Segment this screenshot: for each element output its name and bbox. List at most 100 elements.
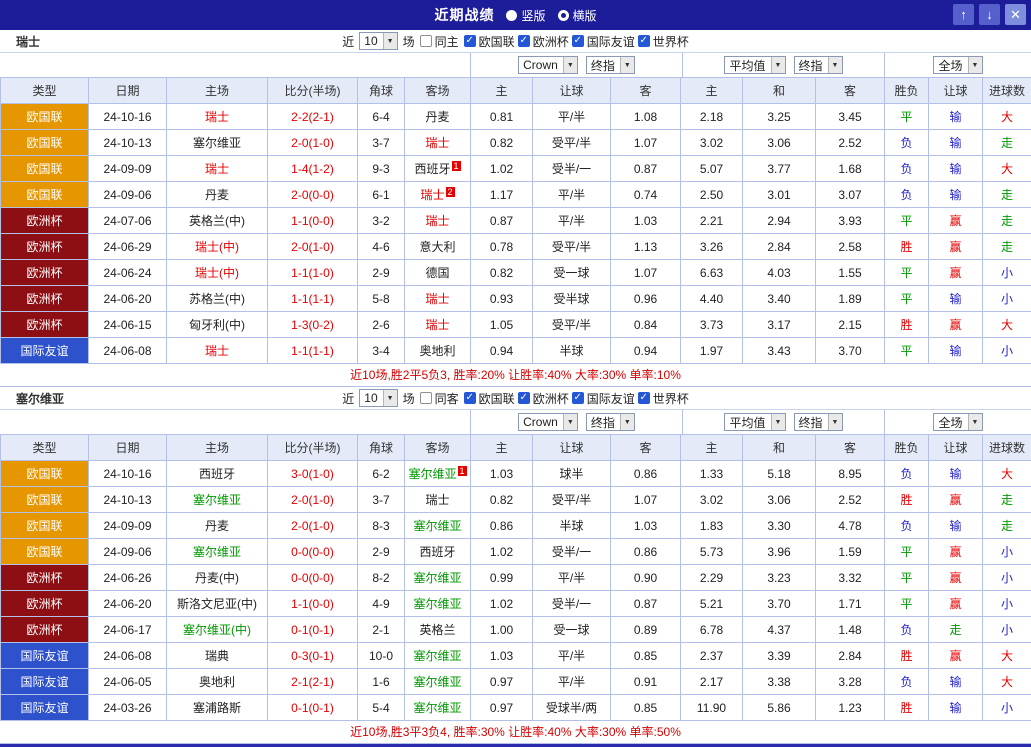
match-result: 平 bbox=[885, 565, 929, 591]
home-team: 瑞士(中) bbox=[167, 260, 268, 286]
recent-label-prefix: 近 bbox=[342, 390, 354, 407]
euro-home-odds: 2.18 bbox=[681, 104, 743, 130]
euro-draw-odds: 2.84 bbox=[743, 234, 816, 260]
match-result: 负 bbox=[885, 130, 929, 156]
match-score: 1-4(1-2) bbox=[268, 156, 358, 182]
handicap-source-select[interactable]: Crown▼ bbox=[518, 56, 578, 74]
close-icon: ✕ bbox=[1010, 7, 1021, 23]
competition-checkbox[interactable]: ✓国际友谊 bbox=[572, 33, 635, 50]
euro-draw-odds: 3.23 bbox=[743, 565, 816, 591]
handicap-away-odds: 1.07 bbox=[611, 130, 681, 156]
same-side-checkbox[interactable]: 同客 bbox=[420, 390, 459, 407]
scope-select[interactable]: 全场▼ bbox=[933, 56, 982, 74]
team-name-text: 丹麦(中) bbox=[195, 571, 239, 585]
match-date: 24-06-20 bbox=[89, 591, 167, 617]
recent-count-select[interactable]: 10▼ bbox=[359, 32, 397, 50]
competition-checkbox[interactable]: ✓世界杯 bbox=[638, 390, 689, 407]
euro-source-select[interactable]: 平均值▼ bbox=[724, 56, 785, 74]
away-team: 英格兰 bbox=[405, 617, 471, 643]
match-result: 平 bbox=[885, 591, 929, 617]
handicap-source-select[interactable]: Crown▼ bbox=[518, 413, 578, 431]
euro-source-select[interactable]: 平均值▼ bbox=[724, 413, 785, 431]
competition-checkbox[interactable]: ✓欧国联 bbox=[464, 390, 515, 407]
competition-checkbox[interactable]: ✓世界杯 bbox=[638, 33, 689, 50]
competition-checkbox[interactable]: ✓欧洲杯 bbox=[518, 390, 569, 407]
table-row: 国际友谊24-06-08瑞士1-1(1-1)3-4奥地利0.94半球0.941.… bbox=[1, 338, 1031, 364]
team-name-text: 塞尔维亚 bbox=[413, 649, 461, 663]
competition-checkbox[interactable]: ✓欧国联 bbox=[464, 33, 515, 50]
layout-radio-horizontal[interactable]: 横版 bbox=[558, 7, 597, 24]
euro-stage-select[interactable]: 终指▼ bbox=[794, 413, 843, 431]
handicap-away-odds: 0.94 bbox=[611, 338, 681, 364]
euro-home-odds: 1.97 bbox=[681, 338, 743, 364]
handicap-away-odds: 0.89 bbox=[611, 617, 681, 643]
away-team: 瑞士 bbox=[405, 286, 471, 312]
checkbox-checked-icon: ✓ bbox=[464, 392, 476, 404]
away-team: 塞尔维亚 bbox=[405, 695, 471, 721]
home-team: 塞尔维亚 bbox=[167, 539, 268, 565]
team-name-text: 瑞士 bbox=[425, 136, 449, 150]
select-value: Crown bbox=[523, 58, 563, 72]
euro-stage-select[interactable]: 终指▼ bbox=[794, 56, 843, 74]
match-score: 1-3(0-2) bbox=[268, 312, 358, 338]
match-result: 平 bbox=[885, 286, 929, 312]
match-result: 负 bbox=[885, 461, 929, 487]
goals-result: 走 bbox=[983, 130, 1031, 156]
handicap-stage-select[interactable]: 终指▼ bbox=[586, 413, 635, 431]
handicap-result: 输 bbox=[929, 695, 983, 721]
column-header: 胜负 bbox=[885, 78, 929, 104]
euro-away-odds: 2.15 bbox=[816, 312, 885, 338]
euro-draw-odds: 2.94 bbox=[743, 208, 816, 234]
home-team: 丹麦 bbox=[167, 182, 268, 208]
away-team: 瑞士 bbox=[405, 208, 471, 234]
home-team: 英格兰(中) bbox=[167, 208, 268, 234]
euro-home-odds: 11.90 bbox=[681, 695, 743, 721]
scroll-up-button[interactable]: ↑ bbox=[953, 4, 974, 25]
dropdown-arrow-icon: ▼ bbox=[828, 57, 842, 73]
same-side-checkbox[interactable]: 同主 bbox=[420, 33, 459, 50]
summary-row: 近10场,胜2平5负3, 胜率:20% 让胜率:40% 大率:30% 单率:10… bbox=[0, 364, 1031, 387]
dropdown-arrow-icon: ▼ bbox=[771, 57, 785, 73]
away-team: 瑞士 bbox=[405, 487, 471, 513]
euro-away-odds: 1.48 bbox=[816, 617, 885, 643]
goals-result: 小 bbox=[983, 539, 1031, 565]
euro-away-odds: 1.55 bbox=[816, 260, 885, 286]
handicap-odds-filters: Crown▼ 终指▼ bbox=[470, 53, 682, 77]
match-type-badge: 国际友谊 bbox=[1, 338, 89, 364]
handicap-result: 输 bbox=[929, 338, 983, 364]
away-team: 瑞士 bbox=[405, 130, 471, 156]
handicap-line: 平/半 bbox=[533, 643, 611, 669]
euro-home-odds: 2.29 bbox=[681, 565, 743, 591]
scroll-down-button[interactable]: ↓ bbox=[979, 4, 1000, 25]
table-row: 国际友谊24-06-08瑞典0-3(0-1)10-0塞尔维亚1.03平/半0.8… bbox=[1, 643, 1031, 669]
handicap-home-odds: 0.82 bbox=[471, 487, 533, 513]
scope-select[interactable]: 全场▼ bbox=[933, 413, 982, 431]
handicap-line: 受半球 bbox=[533, 286, 611, 312]
layout-radio-vertical[interactable]: 竖版 bbox=[506, 7, 545, 24]
match-score: 0-1(0-1) bbox=[268, 695, 358, 721]
goals-result: 大 bbox=[983, 156, 1031, 182]
recent-count-select[interactable]: 10▼ bbox=[359, 389, 397, 407]
table-row: 欧国联24-09-09瑞士1-4(1-2)9-3西班牙11.02受半/一0.87… bbox=[1, 156, 1031, 182]
red-card-badge: 2 bbox=[446, 187, 455, 197]
handicap-stage-select[interactable]: 终指▼ bbox=[586, 56, 635, 74]
select-value: 全场 bbox=[938, 57, 967, 74]
handicap-home-odds: 1.03 bbox=[471, 461, 533, 487]
team-name-text: 塞尔维亚 bbox=[408, 467, 456, 481]
goals-result: 走 bbox=[983, 182, 1031, 208]
competition-checkbox[interactable]: ✓国际友谊 bbox=[572, 390, 635, 407]
home-team: 塞尔维亚(中) bbox=[167, 617, 268, 643]
home-team: 瑞士 bbox=[167, 338, 268, 364]
match-score: 0-3(0-1) bbox=[268, 643, 358, 669]
competition-checkbox[interactable]: ✓欧洲杯 bbox=[518, 33, 569, 50]
column-header: 和 bbox=[743, 435, 816, 461]
close-button[interactable]: ✕ bbox=[1005, 4, 1026, 25]
team-name-text: 瑞士 bbox=[425, 493, 449, 507]
competition-label: 世界杯 bbox=[653, 390, 689, 407]
team-name-text: 瑞士(中) bbox=[195, 240, 239, 254]
team-name-text: 塞尔维亚 bbox=[413, 701, 461, 715]
sections-container: 瑞士 近 10▼ 场 同主 ✓欧国联✓欧洲杯✓国际友谊✓世界杯 Crown▼ 终… bbox=[0, 30, 1031, 744]
handicap-result: 赢 bbox=[929, 260, 983, 286]
match-type-badge: 欧洲杯 bbox=[1, 234, 89, 260]
column-header: 主 bbox=[681, 435, 743, 461]
